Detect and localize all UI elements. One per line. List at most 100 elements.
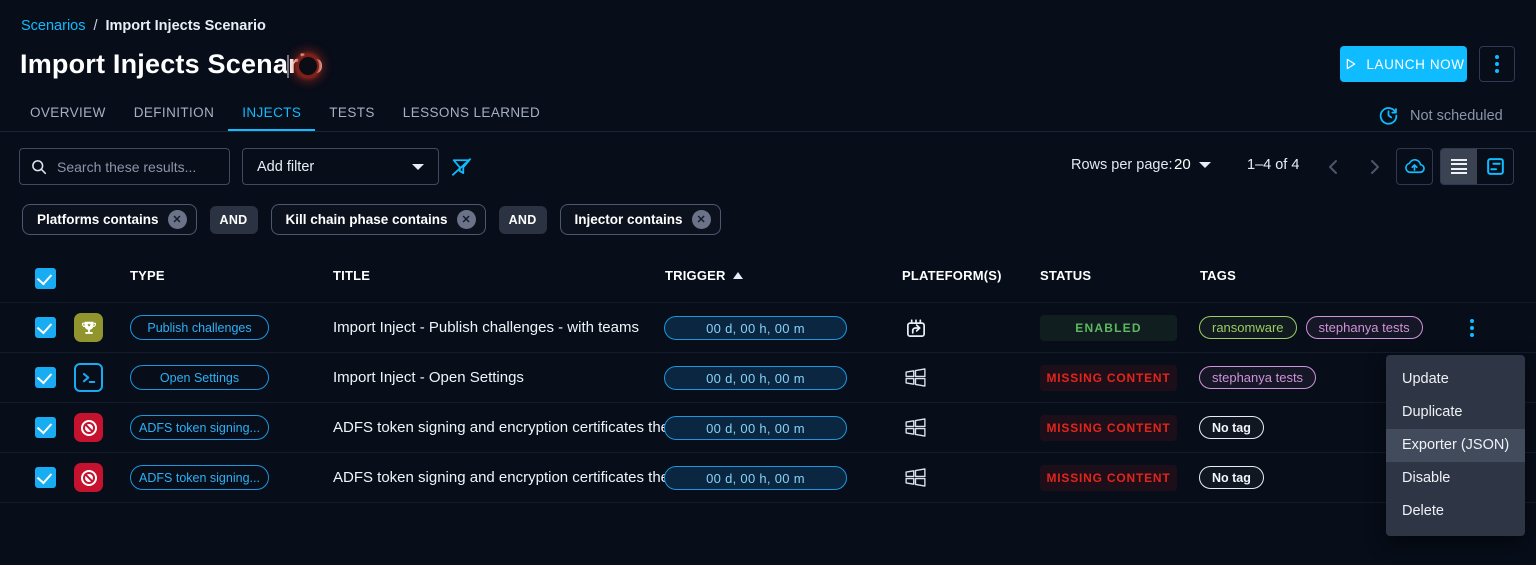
table-row[interactable]: Publish challenges Import Inject - Publi…	[0, 303, 1536, 353]
list-view-button[interactable]	[1441, 149, 1477, 184]
kebab-icon	[1470, 319, 1474, 337]
page-title: Import Injects Scenario	[20, 49, 323, 80]
column-header-platforms[interactable]: PLATEFORM(S)	[902, 268, 1002, 283]
breadcrumb: Scenarios / Import Injects Scenario	[21, 18, 266, 34]
filter-chip-platforms[interactable]: Platforms contains ✕	[22, 204, 197, 235]
row-checkbox[interactable]	[35, 417, 56, 438]
table-row[interactable]: Open Settings Import Inject - Open Setti…	[0, 353, 1536, 403]
schedule-status: Not scheduled	[1378, 105, 1503, 126]
title-divider	[287, 55, 289, 78]
kebab-icon	[1495, 55, 1499, 73]
filter-chip-kill-chain-phase[interactable]: Kill chain phase contains ✕	[271, 204, 486, 235]
rows-per-page-select[interactable]: 20	[1174, 156, 1211, 173]
pagination-range: 1–4 of 4	[1247, 157, 1299, 173]
search-icon	[30, 158, 48, 176]
chevron-right-icon	[1362, 155, 1386, 179]
status-badge: ENABLED	[1040, 315, 1177, 341]
breadcrumb-separator: /	[93, 18, 97, 34]
row-context-menu: Update Duplicate Exporter (JSON) Disable…	[1386, 355, 1525, 536]
menu-item-export-json[interactable]: Exporter (JSON)	[1386, 429, 1525, 462]
row-checkbox[interactable]	[35, 317, 56, 338]
pagination-next-button[interactable]	[1362, 154, 1388, 180]
menu-item-duplicate[interactable]: Duplicate	[1386, 396, 1525, 429]
injects-list: Publish challenges Import Inject - Publi…	[0, 303, 1536, 503]
search-input[interactable]	[57, 159, 219, 175]
row-checkbox[interactable]	[35, 367, 56, 388]
remove-filter-icon[interactable]: ✕	[168, 210, 187, 229]
scenario-injects-page: Scenarios / Import Injects Scenario Impo…	[0, 0, 1536, 565]
add-filter-label: Add filter	[257, 159, 314, 175]
scenario-tabs: OVERVIEW DEFINITION INJECTS TESTS LESSON…	[16, 96, 554, 129]
inject-type-chip: ADFS token signing...	[130, 415, 269, 440]
tabs-divider	[0, 131, 1536, 132]
windows-icon	[903, 415, 928, 440]
tab-tests[interactable]: TESTS	[315, 96, 389, 129]
status-badge: MISSING CONTENT	[1040, 365, 1177, 391]
trigger-chip: 00 d, 00 h, 00 m	[664, 366, 847, 390]
rows-per-page-label: Rows per page:	[1071, 157, 1173, 173]
menu-item-update[interactable]: Update	[1386, 363, 1525, 396]
inject-type-chip: ADFS token signing...	[130, 465, 269, 490]
pagination-prev-button[interactable]	[1322, 154, 1348, 180]
status-badge: MISSING CONTENT	[1040, 415, 1177, 441]
inject-type-chip: Open Settings	[130, 365, 269, 390]
tab-overview[interactable]: OVERVIEW	[16, 96, 120, 129]
column-header-status[interactable]: STATUS	[1040, 268, 1091, 283]
row-checkbox[interactable]	[35, 467, 56, 488]
list-view-icon	[1451, 159, 1467, 175]
tags-cell: ransomware stephanya tests	[1199, 316, 1423, 339]
remove-filter-icon[interactable]: ✕	[457, 210, 476, 229]
update-clock-icon	[1378, 105, 1399, 126]
filter-chip-label: Injector contains	[575, 212, 683, 227]
select-all-checkbox[interactable]	[35, 268, 56, 289]
tags-cell: stephanya tests	[1199, 366, 1316, 389]
active-filters-row: Platforms contains ✕ AND Kill chain phas…	[22, 204, 721, 235]
tag-chip: ransomware	[1199, 316, 1297, 339]
menu-item-disable[interactable]: Disable	[1386, 462, 1525, 495]
scenario-menu-button[interactable]	[1479, 46, 1515, 82]
filter-chip-injector[interactable]: Injector contains ✕	[560, 204, 721, 235]
inject-title: Import Inject - Publish challenges - wit…	[333, 319, 639, 336]
breadcrumb-current: Import Injects Scenario	[106, 18, 266, 34]
launch-now-button[interactable]: LAUNCH NOW	[1340, 46, 1467, 82]
chevron-down-icon	[1199, 162, 1211, 168]
filter-operator[interactable]: AND	[499, 206, 547, 234]
status-badge: MISSING CONTENT	[1040, 465, 1177, 491]
tab-lessons-learned[interactable]: LESSONS LEARNED	[389, 96, 554, 129]
inject-title: Import Inject - Open Settings	[333, 369, 524, 386]
tags-cell: No tag	[1199, 466, 1264, 489]
windows-icon	[903, 465, 928, 490]
menu-item-delete[interactable]: Delete	[1386, 495, 1525, 528]
column-header-trigger[interactable]: TRIGGER	[665, 268, 743, 283]
table-header: TYPE TITLE TRIGGER PLATEFORM(S) STATUS T…	[0, 254, 1536, 303]
filter-chip-label: Platforms contains	[37, 212, 159, 227]
row-menu-button[interactable]	[1464, 316, 1480, 340]
column-header-title[interactable]: TITLE	[333, 268, 370, 283]
search-box	[19, 148, 230, 185]
launch-now-label: LAUNCH NOW	[1366, 57, 1464, 72]
blocked-implant-icon	[74, 413, 103, 442]
filter-operator[interactable]: AND	[210, 206, 258, 234]
clear-filters-button[interactable]	[449, 154, 475, 180]
tag-chip: stephanya tests	[1199, 366, 1316, 389]
tab-definition[interactable]: DEFINITION	[120, 96, 229, 129]
table-row[interactable]: ADFS token signing... ADFS token signing…	[0, 403, 1536, 453]
tab-injects[interactable]: INJECTS	[228, 96, 315, 129]
filter-off-icon	[449, 155, 474, 180]
import-injects-button[interactable]	[1396, 148, 1433, 185]
trigger-chip: 00 d, 00 h, 00 m	[664, 466, 847, 490]
cloud-upload-icon	[1402, 154, 1427, 179]
distribution-view-button[interactable]	[1477, 149, 1513, 184]
sort-ascending-icon	[733, 272, 743, 279]
inject-type-chip: Publish challenges	[130, 315, 269, 340]
column-header-type[interactable]: TYPE	[130, 268, 165, 283]
breadcrumb-scenarios-link[interactable]: Scenarios	[21, 18, 85, 34]
filter-chip-label: Kill chain phase contains	[286, 212, 448, 227]
tag-chip: stephanya tests	[1306, 316, 1423, 339]
add-filter-select[interactable]: Add filter	[242, 148, 439, 185]
column-header-trigger-label: TRIGGER	[665, 268, 726, 283]
remove-filter-icon[interactable]: ✕	[692, 210, 711, 229]
column-header-tags[interactable]: TAGS	[1200, 268, 1236, 283]
tag-chip: No tag	[1199, 416, 1264, 439]
table-row[interactable]: ADFS token signing... ADFS token signing…	[0, 453, 1536, 503]
